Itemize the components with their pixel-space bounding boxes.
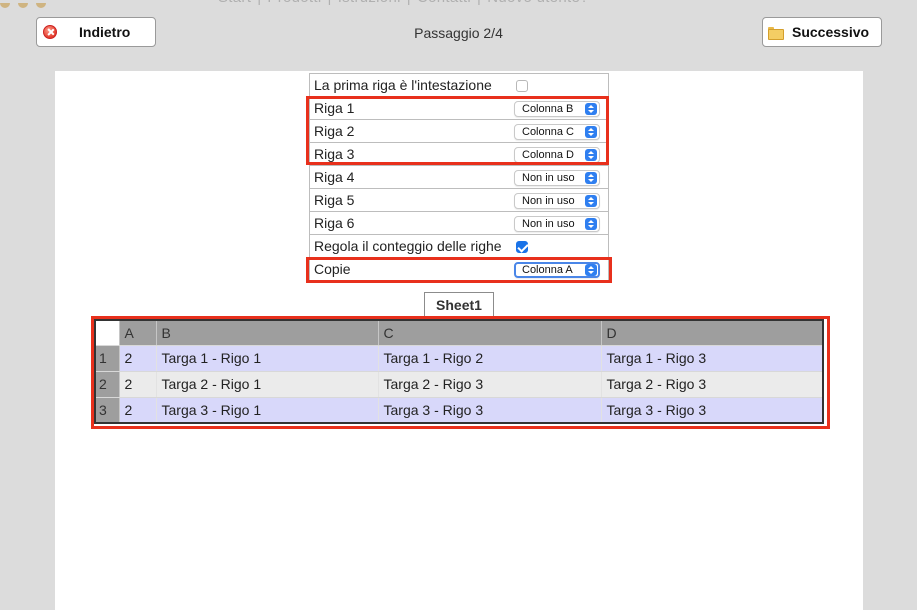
column-select-value: Non in uso [522,218,575,230]
mapping-row: Riga 3 Colonna D [310,143,608,166]
table-cell: Targa 3 - Rigo 3 [378,397,602,424]
mapping-row: Riga 1 Colonna B [310,97,608,120]
next-button-label: Successivo [792,24,870,40]
sheet-preview-grid: A B C D 1 2 Targa 1 - Rigo 1 Targa 1 - R… [94,319,824,424]
table-row: 3 2 Targa 3 - Rigo 1 Targa 3 - Rigo 3 Ta… [95,397,824,424]
mapping-row-label: Riga 4 [314,169,355,185]
column-header: D [601,320,824,346]
table-row: 2 2 Targa 2 - Rigo 1 Targa 2 - Rigo 3 Ta… [95,371,824,398]
nav-link[interactable]: Contatti [417,0,471,6]
column-select-value: Non in uso [522,172,575,184]
header-row-label: La prima riga è l'intestazione [314,77,492,93]
up-down-chevron-icon [585,195,597,207]
up-down-chevron-icon [585,172,597,184]
column-header-row: A B C D [95,320,824,346]
table-row: 1 2 Targa 1 - Rigo 1 Targa 1 - Rigo 2 Ta… [95,345,824,372]
header-row-checkbox[interactable] [516,80,528,92]
row-number: 1 [95,345,120,372]
copies-select-value: Colonna A [522,264,573,276]
adjust-row-count-checkbox[interactable] [516,241,528,253]
adjust-row-count-option: Regola il conteggio delle righe [310,235,608,258]
top-nav-links: Start | Prodotti | Istruzioni | Contatti | Nuovo… [218,0,595,6]
up-down-chevron-icon [585,218,597,230]
nav-link[interactable]: Start [218,0,251,6]
next-button[interactable]: Successivo [762,17,882,47]
nav-separator: | [328,0,332,6]
nav-link[interactable]: Nuovo utente? [487,0,588,6]
table-cell: 2 [119,345,157,372]
adjust-row-count-label: Regola il conteggio delle righe [314,238,502,254]
column-select[interactable]: Non in uso [514,193,600,209]
nav-separator: | [257,0,261,6]
mapping-row-label: Riga 6 [314,215,355,231]
table-cell: Targa 1 - Rigo 3 [601,345,824,372]
column-select[interactable]: Non in uso [514,170,600,186]
mapping-row: Riga 4 Non in uso [310,166,608,189]
column-select-value: Non in uso [522,195,575,207]
nav-separator: | [407,0,411,6]
up-down-chevron-icon [585,149,597,161]
grid-corner [95,320,120,346]
mapping-row: Riga 5 Non in uso [310,189,608,212]
copies-row: Copie Colonna A [310,258,608,281]
table-cell: Targa 3 - Rigo 1 [156,397,379,424]
mapping-row-label: Riga 3 [314,146,355,162]
mapping-row-label: Riga 5 [314,192,355,208]
table-cell: Targa 1 - Rigo 2 [378,345,602,372]
column-header: A [119,320,157,346]
column-select[interactable]: Non in uso [514,216,600,232]
table-cell: 2 [119,371,157,398]
up-down-chevron-icon [585,103,597,115]
table-cell: Targa 3 - Rigo 3 [601,397,824,424]
mapping-row: Riga 6 Non in uso [310,212,608,235]
column-select[interactable]: Colonna C [514,124,600,140]
column-select[interactable]: Colonna D [514,147,600,163]
mapping-row-label: Riga 2 [314,123,355,139]
folder-icon [768,26,784,40]
copies-label: Copie [314,261,351,277]
up-down-chevron-icon [585,264,597,276]
row-number: 2 [95,371,120,398]
copies-select[interactable]: Colonna A [514,262,600,278]
header-row-option: La prima riga è l'intestazione [310,74,608,97]
column-header: C [378,320,602,346]
table-cell: Targa 2 - Rigo 3 [378,371,602,398]
table-cell: Targa 2 - Rigo 1 [156,371,379,398]
nav-link[interactable]: Prodotti [267,0,321,6]
sheet-tab[interactable]: Sheet1 [424,292,494,319]
table-cell: Targa 2 - Rigo 3 [601,371,824,398]
nav-link[interactable]: Istruzioni [338,0,401,6]
row-number: 3 [95,397,120,424]
mapping-row-label: Riga 1 [314,100,355,116]
column-header: B [156,320,379,346]
top-navigation-strip: Start | Prodotti | Istruzioni | Contatti | Nuovo… [0,0,917,8]
column-select-value: Colonna D [522,149,574,161]
column-select-value: Colonna C [522,126,574,138]
column-select-value: Colonna B [522,103,574,115]
table-cell: Targa 1 - Rigo 1 [156,345,379,372]
nav-separator: | [477,0,481,6]
table-cell: 2 [119,397,157,424]
mapping-form: La prima riga è l'intestazione Riga 1 Co… [309,73,609,281]
column-select[interactable]: Colonna B [514,101,600,117]
up-down-chevron-icon [585,126,597,138]
mapping-row: Riga 2 Colonna C [310,120,608,143]
